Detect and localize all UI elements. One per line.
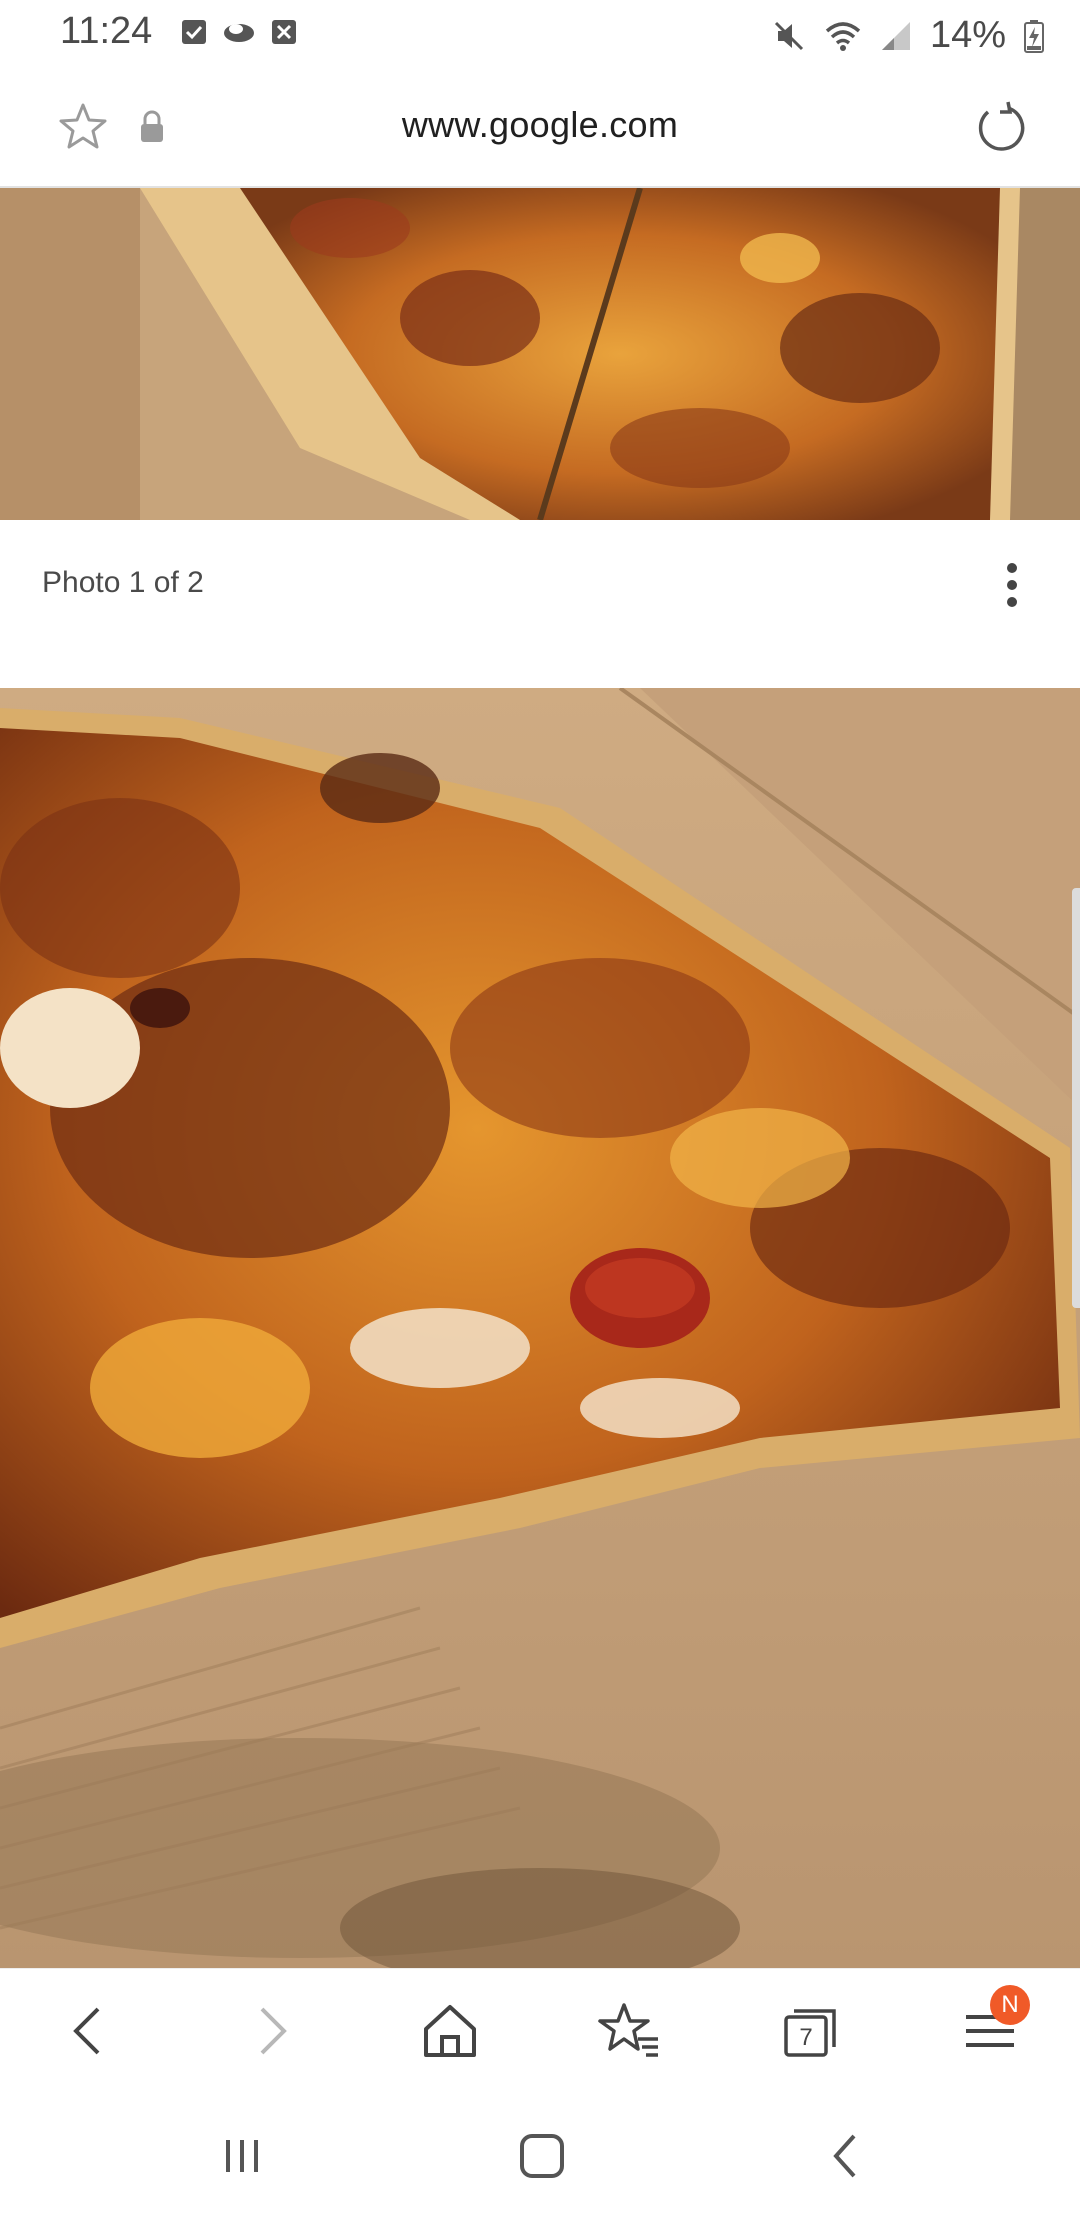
more-options-icon[interactable] bbox=[1002, 560, 1022, 610]
photo-main[interactable] bbox=[0, 688, 1080, 1968]
scroll-handle[interactable] bbox=[1072, 888, 1080, 1308]
bookmarks-icon[interactable] bbox=[598, 1999, 662, 2063]
battery-charging-icon bbox=[1024, 19, 1044, 53]
mute-icon bbox=[774, 21, 803, 50]
pizza-photo-top bbox=[0, 188, 1080, 520]
url-bar: www.google.com bbox=[0, 66, 1080, 188]
tabs-icon[interactable]: 7 bbox=[778, 1999, 842, 2063]
browser-toolbar: 7 N bbox=[0, 1968, 1080, 2094]
status-system-icons: 14% bbox=[772, 14, 1044, 57]
signal-icon bbox=[881, 21, 910, 50]
close-box-icon bbox=[272, 20, 296, 44]
battery-percent: 14% bbox=[929, 14, 1006, 56]
tabs-count: 7 bbox=[799, 2024, 812, 2051]
notification-icons bbox=[180, 18, 298, 46]
recent-apps-icon[interactable] bbox=[210, 2124, 274, 2188]
checkbox-icon bbox=[182, 20, 206, 44]
reload-icon[interactable] bbox=[974, 100, 1028, 154]
pizza-photo-main bbox=[0, 688, 1080, 1968]
system-back-icon[interactable] bbox=[814, 2124, 878, 2188]
home-button-icon[interactable] bbox=[510, 2124, 574, 2188]
cloud-icon bbox=[224, 24, 254, 42]
status-time: 11:24 bbox=[60, 10, 153, 52]
url-text[interactable]: www.google.com bbox=[0, 104, 1080, 146]
photo-preview-top[interactable] bbox=[0, 188, 1080, 520]
back-icon[interactable] bbox=[56, 1999, 120, 2063]
home-icon[interactable] bbox=[418, 1999, 482, 2063]
forward-icon[interactable] bbox=[240, 1999, 304, 2063]
status-bar: 11:24 14% bbox=[0, 0, 1080, 66]
photo-caption-row: Photo 1 of 2 bbox=[0, 520, 1080, 688]
wifi-icon bbox=[825, 21, 861, 51]
menu-badge: N bbox=[990, 1985, 1030, 2025]
system-navigation-bar bbox=[0, 2094, 1080, 2220]
photo-caption: Photo 1 of 2 bbox=[42, 566, 204, 599]
